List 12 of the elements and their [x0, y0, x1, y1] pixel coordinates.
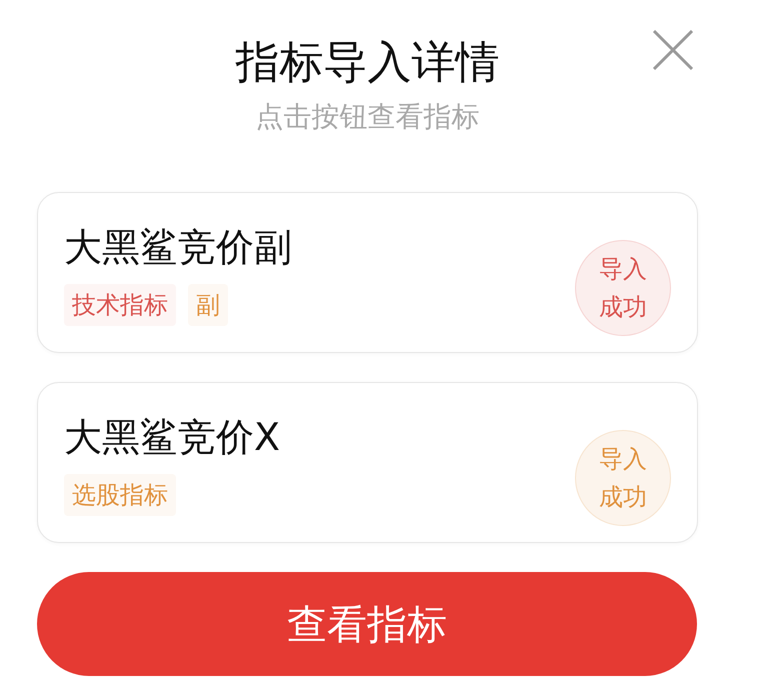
category-tag: 副 — [188, 284, 228, 326]
category-tag: 选股指标 — [64, 474, 176, 516]
close-button[interactable] — [653, 30, 693, 70]
view-indicators-button[interactable]: 查看指标 — [37, 572, 697, 676]
status-badge: 导入成功 — [575, 240, 671, 336]
category-tag: 技术指标 — [64, 284, 176, 326]
dialog-subtitle: 点击按钮查看指标 — [256, 99, 480, 135]
dialog-title: 指标导入详情 — [236, 36, 500, 90]
close-icon — [653, 30, 693, 70]
status-badge: 导入成功 — [575, 430, 671, 526]
indicator-name: 大黑鲨竞价X — [64, 414, 280, 460]
indicator-name: 大黑鲨竞价副 — [64, 224, 292, 270]
